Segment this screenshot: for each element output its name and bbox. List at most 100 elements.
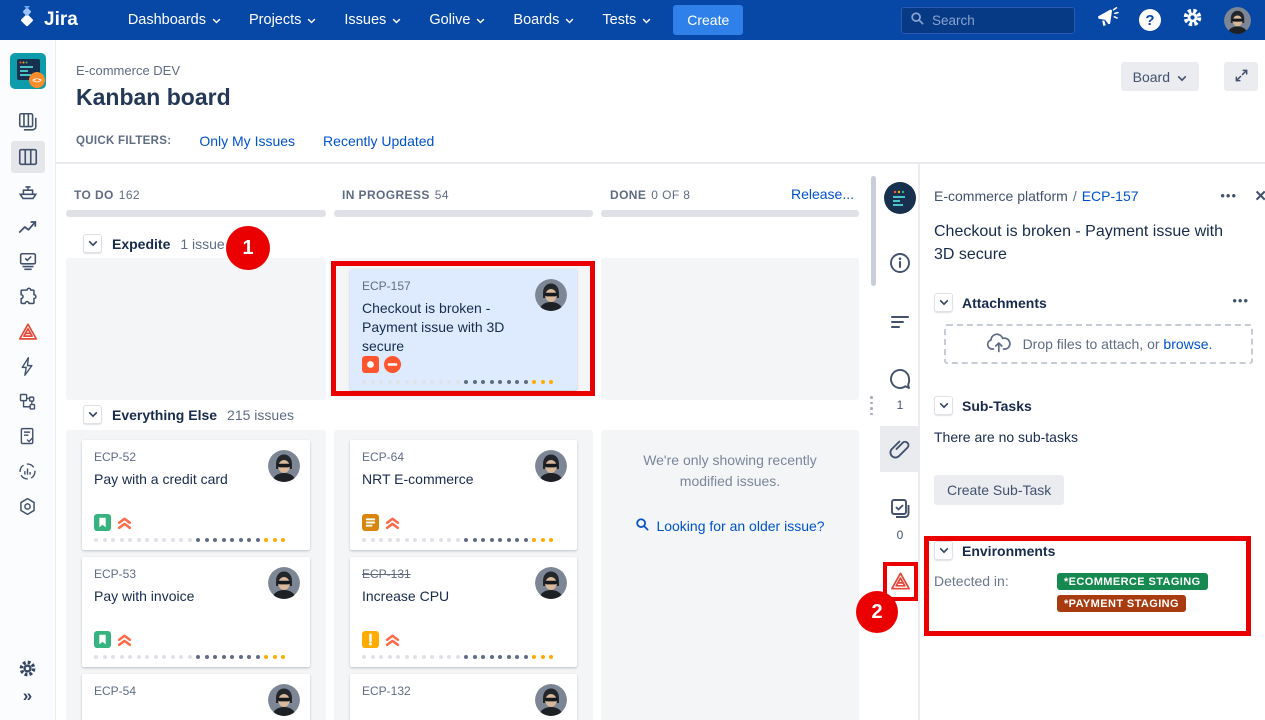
environment-badge-payment-staging: *PAYMENT STAGING: [1057, 595, 1186, 612]
sidebar-addons-icon[interactable]: [11, 281, 45, 313]
attachment-dropzone[interactable]: Drop files to attach, or browse.: [944, 324, 1253, 364]
quick-filters: QUICK FILTERS: Only My Issues Recently U…: [76, 133, 434, 149]
sidebar-settings-nut-icon[interactable]: [11, 491, 45, 523]
gear-icon[interactable]: [1181, 6, 1204, 34]
card-title: Checkout is broken - Payment issue with …: [362, 299, 542, 356]
chevron-down-icon: [565, 12, 574, 28]
project-avatar[interactable]: <>: [9, 52, 47, 90]
sidebar-circular-report-icon[interactable]: [11, 456, 45, 488]
card-ecp-157[interactable]: ECP-157 Checkout is broken - Payment iss…: [350, 269, 577, 390]
sidebar-backlog-icon[interactable]: [11, 106, 45, 138]
assignee-avatar: [535, 279, 567, 311]
attachments-icon[interactable]: [880, 426, 920, 472]
chevron-down-icon[interactable]: [83, 405, 102, 424]
column-bar: [66, 210, 326, 217]
bug-type-icon: [362, 356, 379, 373]
attachments-label: Attachments: [962, 295, 1047, 311]
breadcrumb-separator: /: [1073, 188, 1077, 204]
highest-priority-icon: [384, 514, 401, 531]
fullscreen-button[interactable]: [1224, 62, 1258, 91]
search-input[interactable]: [932, 13, 1052, 28]
info-icon[interactable]: [880, 240, 920, 286]
subtasks-section-header: Sub-Tasks: [934, 396, 1265, 415]
sidebar-automation-icon[interactable]: [11, 351, 45, 383]
quick-filters-label: QUICK FILTERS:: [76, 135, 171, 147]
older-issue-link[interactable]: Looking for an older issue?: [617, 517, 843, 534]
nav-menu-tests[interactable]: Tests: [592, 6, 661, 34]
breadcrumb-issue-key[interactable]: ECP-157: [1082, 188, 1139, 204]
days-in-column-dots: [362, 380, 565, 384]
breadcrumb-project[interactable]: E-commerce platform: [934, 188, 1068, 204]
sidebar-reports-icon[interactable]: [11, 211, 45, 243]
chevron-down-icon: [212, 12, 221, 28]
nav-menu-label: Issues: [344, 12, 386, 28]
create-button[interactable]: Create: [673, 5, 743, 35]
sidebar-structure-icon[interactable]: [11, 386, 45, 418]
strip-icons: 1 0: [880, 164, 920, 604]
user-avatar[interactable]: [1224, 7, 1251, 34]
sidebar-red-triangle-app-icon[interactable]: [11, 316, 45, 348]
help-icon[interactable]: ?: [1139, 9, 1161, 31]
sidebar-expand-icon[interactable]: [23, 686, 32, 706]
nav-menu-label: Boards: [513, 12, 559, 28]
comment-count: 1: [897, 398, 904, 412]
environments-section-header: Environments: [934, 541, 1265, 560]
environments-triangle-icon[interactable]: [880, 558, 920, 604]
filter-only-my-issues[interactable]: Only My Issues: [199, 133, 295, 149]
sidebar-gear-icon[interactable]: [11, 653, 45, 685]
done-cell: We're only showing recently modified iss…: [601, 430, 859, 720]
inprogress-cell: ECP-64 NRT E-commerce ECP-131 Increase C…: [334, 430, 593, 720]
subtasks-icon[interactable]: [880, 486, 920, 532]
nav-menu-golive[interactable]: Golive: [419, 6, 495, 34]
description-icon[interactable]: [880, 298, 920, 344]
card-footer: [94, 631, 298, 648]
sidebar-releases-icon[interactable]: [11, 176, 45, 208]
top-navigation: Jira Dashboards Projects Issues Golive B…: [0, 0, 1265, 40]
chevron-down-icon[interactable]: [934, 541, 953, 560]
card-ecp-64[interactable]: ECP-64 NRT E-commerce: [350, 440, 577, 550]
chevron-down-icon[interactable]: [934, 293, 953, 312]
sidebar-test-doc-icon[interactable]: [11, 421, 45, 453]
sidebar-kanban-board-icon[interactable]: [11, 141, 45, 173]
attachments-more-icon[interactable]: [1232, 293, 1249, 308]
jira-logo-icon: [16, 6, 38, 34]
chevron-down-icon[interactable]: [934, 396, 953, 415]
card-ecp-52[interactable]: ECP-52 Pay with a credit card: [82, 440, 310, 550]
card-ecp-131[interactable]: ECP-131 Increase CPU: [350, 557, 577, 667]
nav-menu-dashboards[interactable]: Dashboards: [118, 6, 231, 34]
card-ecp-54[interactable]: ECP-54: [82, 674, 310, 720]
search-icon: [910, 11, 924, 30]
issue-detail-icon-strip: 1 0: [868, 162, 920, 720]
release-link[interactable]: Release...: [791, 186, 854, 202]
assignee-avatar: [535, 450, 567, 482]
filter-recently-updated[interactable]: Recently Updated: [323, 133, 434, 149]
swimlane-everything-else-row: ECP-52 Pay with a credit card ECP-53 Pay…: [56, 430, 868, 720]
global-search[interactable]: [901, 7, 1075, 34]
browse-link[interactable]: browse.: [1163, 336, 1212, 352]
comments-icon[interactable]: [880, 356, 920, 402]
sidebar-issues-icon[interactable]: [11, 246, 45, 278]
nav-menu-boards[interactable]: Boards: [503, 6, 584, 34]
more-actions-icon[interactable]: [1220, 188, 1237, 203]
card-title: Pay with a credit card: [94, 470, 274, 489]
page-title: Kanban board: [76, 84, 231, 111]
column-bar: [601, 210, 859, 217]
jira-logo[interactable]: Jira: [16, 6, 78, 34]
chevron-down-icon[interactable]: [83, 234, 102, 253]
drag-handle-dots[interactable]: [870, 396, 873, 415]
card-ecp-53[interactable]: ECP-53 Pay with invoice: [82, 557, 310, 667]
card-title: Pay with invoice: [94, 587, 274, 606]
card-ecp-132[interactable]: ECP-132: [350, 674, 577, 720]
nav-menu-issues[interactable]: Issues: [334, 6, 411, 34]
board-switcher-button[interactable]: Board: [1121, 62, 1199, 91]
megaphone-icon[interactable]: [1095, 6, 1119, 35]
nav-menu-projects[interactable]: Projects: [239, 6, 326, 34]
close-icon[interactable]: [1254, 187, 1265, 205]
done-cell-expedite: [601, 258, 859, 400]
nav-menus: Dashboards Projects Issues Golive Boards…: [118, 6, 661, 34]
create-subtask-button[interactable]: Create Sub-Task: [934, 475, 1064, 505]
breadcrumb[interactable]: E-commerce DEV: [76, 63, 180, 78]
highest-priority-icon: [116, 631, 133, 648]
app-circle-icon[interactable]: [884, 182, 916, 214]
board-scrollbar[interactable]: [871, 176, 876, 286]
